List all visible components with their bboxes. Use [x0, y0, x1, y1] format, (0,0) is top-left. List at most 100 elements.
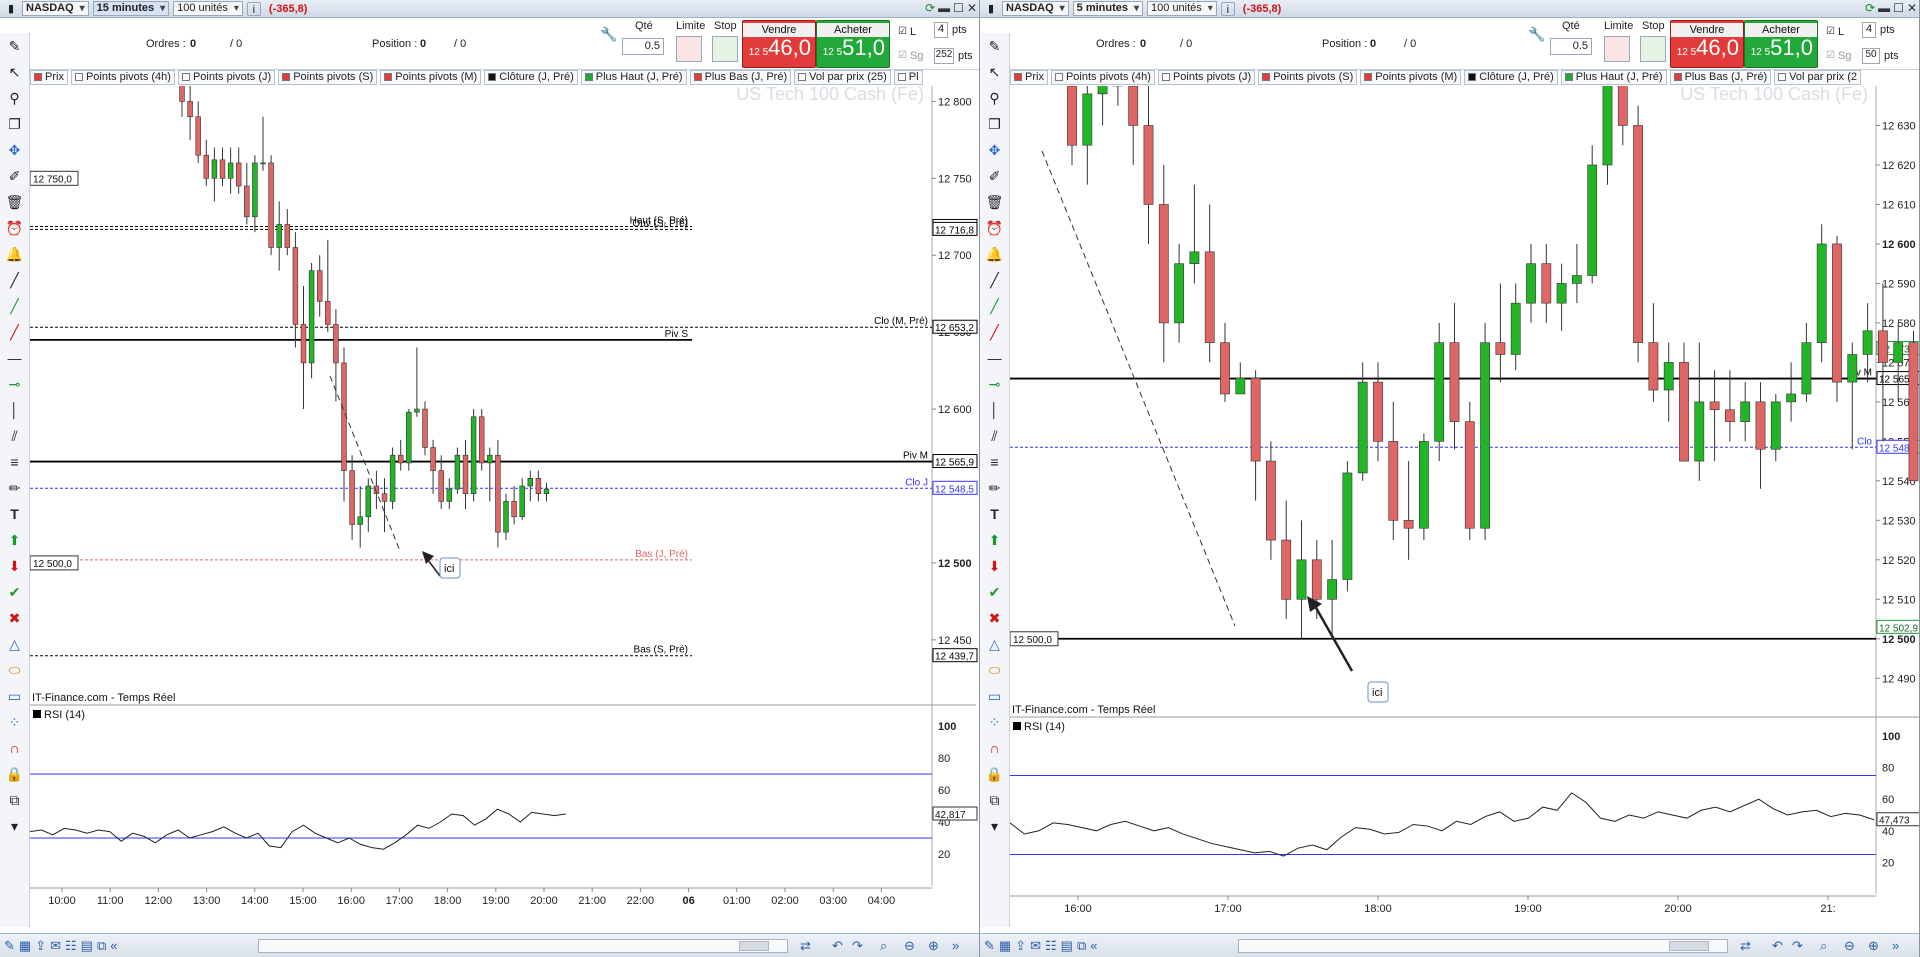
channel-icon[interactable]: ⫽ [980, 423, 1009, 449]
legend-item[interactable]: Vol par prix (25) [794, 70, 891, 85]
vline-icon[interactable]: │ [0, 397, 29, 423]
brush-icon[interactable]: ✐ [980, 163, 1009, 189]
zoom-out-icon[interactable]: ⊖ [904, 938, 915, 954]
fibo-icon[interactable]: ≡ [0, 449, 29, 475]
wrench-icon[interactable]: 🔧 [1528, 26, 1545, 43]
qty-input[interactable]: 0.5 [622, 38, 664, 55]
refresh-icon[interactable]: ⟳ [925, 1, 935, 15]
stop-button[interactable] [712, 36, 738, 62]
scroll-back-icon[interactable]: « [110, 938, 117, 953]
buy-button[interactable]: Acheter 12 551,0 [1744, 20, 1818, 68]
grid-icon[interactable]: ▤ [1061, 938, 1073, 954]
scroll-forward-icon[interactable]: » [952, 938, 959, 953]
pts-input[interactable]: 4 [1862, 22, 1876, 38]
redo-icon[interactable]: ↷ [1792, 938, 1803, 954]
bell-icon[interactable]: 🔔 [980, 241, 1009, 267]
refresh-icon[interactable]: ⟳ [1865, 1, 1875, 15]
cursor-icon[interactable]: ↖ [0, 59, 29, 85]
text-icon[interactable]: T [980, 501, 1009, 527]
layers-icon[interactable]: ⧉ [980, 787, 1009, 813]
minimize-icon[interactable]: ▬ [1878, 1, 1890, 15]
message-icon[interactable]: ✉ [50, 938, 61, 954]
hline-green-icon[interactable]: ⊸ [0, 371, 29, 397]
scroll-thumb[interactable] [1669, 941, 1709, 951]
line-red-icon[interactable]: ╱ [980, 319, 1009, 345]
cycle-icon[interactable]: ⇄ [800, 938, 811, 954]
pts-input[interactable]: 4 [934, 22, 948, 38]
text-icon[interactable]: T [0, 501, 29, 527]
wrench-icon[interactable]: 🔧 [600, 26, 617, 43]
legend-item[interactable]: Clôture (J, Pré) [1464, 70, 1558, 85]
stop-button[interactable] [1640, 36, 1666, 62]
chevron-down-icon[interactable]: ▾ [0, 813, 29, 839]
window-icon[interactable]: ⧉ [1077, 938, 1086, 954]
arrow-up-icon[interactable]: ⬆ [980, 527, 1009, 553]
cursor-icon[interactable]: ↖ [980, 59, 1009, 85]
draw-mode-icon[interactable]: ✎ [984, 938, 995, 954]
zoom-in-icon[interactable]: ⊕ [928, 938, 939, 954]
trash-icon[interactable]: 🗑 [0, 189, 29, 215]
legend-item[interactable]: Vol par prix (2 [1774, 70, 1861, 85]
sg-checkbox[interactable]: ☑ [1826, 50, 1835, 61]
ellipse-icon[interactable]: ⬭ [980, 657, 1009, 683]
legend-item[interactable]: Plus Bas (J, Pré) [689, 70, 792, 85]
triangle-icon[interactable]: △ [0, 631, 29, 657]
channel-icon[interactable]: ⫽ [0, 423, 29, 449]
bell-icon[interactable]: 🔔 [0, 241, 29, 267]
redo-icon[interactable]: ↷ [852, 938, 863, 954]
instrument-select[interactable]: NASDAQ [22, 1, 89, 16]
scroll-thumb[interactable] [739, 941, 769, 951]
window-icon[interactable]: ⧉ [97, 938, 106, 954]
legend-item[interactable]: Plus Haut (J, Pré) [1560, 70, 1667, 85]
legend-item[interactable]: Points pivots (J) [1157, 70, 1256, 85]
info-icon[interactable]: i [246, 1, 261, 16]
move-icon[interactable]: ✥ [0, 137, 29, 163]
cycle-icon[interactable]: ⇄ [1740, 938, 1751, 954]
chart-type-icon[interactable]: ▦ [999, 938, 1011, 954]
lock-icon[interactable]: 🔒 [980, 761, 1009, 787]
legend-item[interactable]: Points pivots (4h) [1050, 70, 1155, 85]
timeframe-select[interactable]: 15 minutes [92, 1, 170, 16]
rect-icon[interactable]: ▭ [980, 683, 1009, 709]
close-icon[interactable]: ✕ [967, 1, 977, 15]
l-checkbox[interactable]: ☑ [1826, 26, 1835, 37]
limit-button[interactable] [1604, 36, 1630, 62]
cross-icon[interactable]: ✖ [980, 605, 1009, 631]
pencil-icon[interactable]: ✏ [0, 475, 29, 501]
line-green-icon[interactable]: ╱ [980, 293, 1009, 319]
alarm-icon[interactable]: ⏰ [980, 215, 1009, 241]
legend-item[interactable]: Pl [893, 70, 923, 85]
h-scrollbar[interactable] [258, 939, 788, 953]
points-icon[interactable]: ⁘ [0, 709, 29, 735]
line-green-icon[interactable]: ╱ [0, 293, 29, 319]
cross-icon[interactable]: ✖ [0, 605, 29, 631]
zoom-icon[interactable]: ⚲ [0, 85, 29, 111]
check-icon[interactable]: ✔ [0, 579, 29, 605]
units-select[interactable]: 100 unités [1147, 1, 1217, 16]
undo-icon[interactable]: ↶ [1772, 938, 1783, 954]
rect-icon[interactable]: ▭ [0, 683, 29, 709]
legend-item[interactable]: Points pivots (4h) [70, 70, 175, 85]
spread-input[interactable]: 50 [1862, 48, 1880, 64]
hline-icon[interactable]: — [980, 345, 1009, 371]
price-chart[interactable]: US Tech 100 Cash (Fe) 12 630 12 620 12 610 1… [1010, 86, 1920, 931]
draw-mode-icon[interactable]: ✎ [4, 938, 15, 954]
grid-icon[interactable]: ▤ [81, 938, 93, 954]
message-icon[interactable]: ✉ [1030, 938, 1041, 954]
vline-icon[interactable]: │ [980, 397, 1009, 423]
h-scrollbar[interactable] [1238, 939, 1728, 953]
chart-type-icon[interactable]: ▦ [19, 938, 31, 954]
qty-input[interactable]: 0.5 [1550, 38, 1592, 55]
hline-green-icon[interactable]: ⊸ [980, 371, 1009, 397]
brush-icon[interactable]: ✐ [0, 163, 29, 189]
arrow-down-icon[interactable]: ⬇ [980, 553, 1009, 579]
arrow-up-icon[interactable]: ⬆ [0, 527, 29, 553]
instrument-select[interactable]: NASDAQ [1002, 1, 1069, 16]
pen-icon[interactable]: ✎ [980, 33, 1009, 59]
copy-icon[interactable]: ❐ [0, 111, 29, 137]
hline-icon[interactable]: — [0, 345, 29, 371]
l-checkbox[interactable]: ☑ [898, 26, 907, 37]
pencil-icon[interactable]: ✏ [980, 475, 1009, 501]
chevron-down-icon[interactable]: ▾ [980, 813, 1009, 839]
sell-button[interactable]: Vendre 12 546,0 [1670, 20, 1744, 68]
